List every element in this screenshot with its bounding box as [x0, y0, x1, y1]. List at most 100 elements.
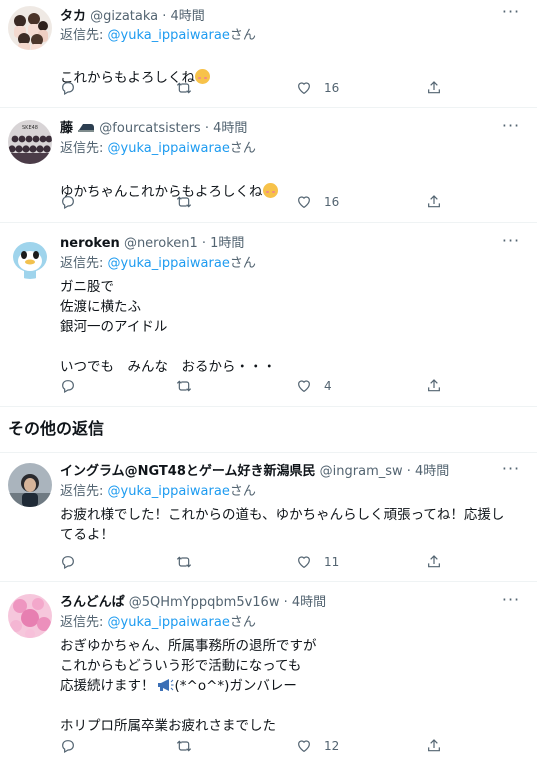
section-title: その他の返信 [8, 419, 105, 438]
svg-text:SKE48: SKE48 [22, 125, 38, 131]
share-icon [428, 739, 440, 752]
tweet-actions: 16 [60, 78, 460, 98]
mention-suffix: さん [229, 28, 256, 43]
author-handle[interactable]: @5QHmYppqbm5v16w · 4時間 [129, 595, 326, 610]
reply-button[interactable] [60, 552, 88, 572]
avatar[interactable]: SKE48 [8, 120, 52, 164]
like-button[interactable]: 11 [296, 552, 339, 572]
reply-tweet[interactable]: タカ @gizataka · 4時間 ··· 返信先: @yuka_ippaiw… [0, 0, 537, 108]
author-handle[interactable]: @gizataka · 4時間 [90, 9, 205, 24]
tweet-actions: 16 [60, 192, 460, 212]
mention-suffix: さん [229, 256, 256, 271]
reply-tweet[interactable]: ろんどんぱ @5QHmYppqbm5v16w · 4時間 ··· 返信先: @y… [0, 582, 537, 776]
more-icon[interactable]: ··· [501, 461, 521, 481]
avatar[interactable] [8, 463, 52, 507]
tweet-actions: 11 [60, 552, 460, 572]
retweet-button[interactable] [176, 376, 204, 396]
more-icon[interactable]: ··· [501, 118, 521, 138]
tweet-text-segment: (*^o^*)ガンバレー [174, 678, 297, 694]
like-icon [298, 196, 310, 209]
tweet-header: 藤 @fourcatsisters · 4時間 [60, 120, 247, 138]
retweet-button[interactable] [176, 736, 204, 756]
reply-prefix: 返信先: [60, 256, 108, 271]
reply-icon [62, 196, 74, 210]
like-icon [298, 82, 310, 95]
replying-to: 返信先: @yuka_ippaiwaraeさん [60, 614, 256, 632]
like-button[interactable]: 16 [296, 78, 339, 98]
reply-icon [62, 380, 74, 394]
tweet-text: ガニ股で 佐渡に横たふ 銀河一のアイドル いつでも みんな おるから・・・ [60, 279, 276, 375]
avatar[interactable] [8, 594, 52, 638]
tweet-header: イングラム@NGT48とゲーム好き新潟県民 @ingram_sw · 4時間 [60, 463, 449, 481]
author-name[interactable]: neroken [60, 236, 120, 251]
tweet-text-line: おぎゆかちゃん、所属事務所の退所ですが [60, 638, 317, 654]
tweet-actions: 4 [60, 376, 460, 396]
author-name[interactable]: 藤 [60, 121, 73, 136]
mention-link[interactable]: @yuka_ippaiwarae [108, 141, 230, 156]
reply-tweet[interactable]: イングラム@NGT48とゲーム好き新潟県民 @ingram_sw · 4時間 ·… [0, 452, 537, 582]
retweet-icon [176, 196, 192, 208]
mention-link[interactable]: @yuka_ippaiwarae [108, 484, 230, 499]
tweet-header: タカ @gizataka · 4時間 [60, 8, 205, 26]
like-button[interactable]: 4 [296, 376, 332, 396]
avatar[interactable] [8, 6, 52, 50]
like-count: 16 [324, 81, 340, 95]
mention-suffix: さん [229, 141, 256, 156]
reply-prefix: 返信先: [60, 484, 108, 499]
avatar[interactable] [8, 235, 52, 279]
tweet-text-line: これからもどういう形で活動になっても [60, 658, 302, 674]
more-icon[interactable]: ··· [501, 592, 521, 612]
reply-prefix: 返信先: [60, 141, 108, 156]
reply-button[interactable] [60, 376, 88, 396]
mention-link[interactable]: @yuka_ippaiwarae [108, 615, 230, 630]
share-button[interactable] [426, 192, 442, 212]
retweet-button[interactable] [176, 192, 204, 212]
author-handle[interactable]: @ingram_sw · 4時間 [320, 464, 450, 479]
mention-link[interactable]: @yuka_ippaiwarae [108, 28, 230, 43]
tweet-text: おぎゆかちゃん、所属事務所の退所ですが これからもどういう形で活動になっても 応… [60, 636, 510, 736]
author-handle[interactable]: @fourcatsisters · 4時間 [99, 121, 247, 136]
author-name[interactable]: イングラム@NGT48とゲーム好き新潟県民 [60, 464, 316, 479]
share-button[interactable] [426, 736, 442, 756]
reply-prefix: 返信先: [60, 28, 108, 43]
mention-link[interactable]: @yuka_ippaiwarae [108, 256, 230, 271]
reply-icon [62, 740, 74, 754]
reply-button[interactable] [60, 192, 88, 212]
share-icon [428, 555, 440, 568]
retweet-icon [176, 380, 192, 392]
reply-button[interactable] [60, 78, 88, 98]
tweet-header: ろんどんぱ @5QHmYppqbm5v16w · 4時間 [60, 594, 326, 612]
reply-prefix: 返信先: [60, 615, 108, 630]
like-button[interactable]: 16 [296, 192, 339, 212]
like-count: 12 [324, 739, 340, 753]
share-button[interactable] [426, 376, 442, 396]
tweet-text-segment: 応援続けます！ [60, 678, 155, 694]
share-icon [428, 195, 440, 208]
like-count: 16 [324, 195, 340, 209]
retweet-button[interactable] [176, 78, 204, 98]
author-name[interactable]: ろんどんぱ [60, 595, 125, 610]
mention-suffix: さん [229, 615, 256, 630]
like-icon [298, 740, 310, 753]
reply-tweet[interactable]: SKE48 藤 @fourcatsisters · 4時間 ··· 返信先: @… [0, 108, 537, 223]
reply-button[interactable] [60, 736, 88, 756]
more-icon[interactable]: ··· [501, 4, 521, 24]
replying-to: 返信先: @yuka_ippaiwaraeさん [60, 27, 256, 45]
reply-icon [62, 556, 74, 570]
tweet-text: お疲れ様でした！これからの道も、ゆかちゃんらしく頑張ってね！応援し てるよ！ [60, 507, 505, 543]
more-icon[interactable]: ··· [501, 233, 521, 253]
retweet-button[interactable] [176, 552, 204, 572]
retweet-icon [176, 556, 192, 568]
like-count: 11 [324, 555, 340, 569]
author-handle[interactable]: @neroken1 · 1時間 [124, 236, 245, 251]
share-button[interactable] [426, 78, 442, 98]
like-button[interactable]: 12 [296, 736, 339, 756]
megaphone-icon [157, 679, 173, 691]
replying-to: 返信先: @yuka_ippaiwaraeさん [60, 140, 256, 158]
reply-tweet[interactable]: neroken @neroken1 · 1時間 ··· 返信先: @yuka_i… [0, 223, 537, 407]
replying-to: 返信先: @yuka_ippaiwaraeさん [60, 483, 256, 501]
author-name[interactable]: タカ [60, 9, 86, 24]
share-button[interactable] [426, 552, 442, 572]
like-count: 4 [324, 379, 332, 393]
like-icon [298, 380, 310, 393]
